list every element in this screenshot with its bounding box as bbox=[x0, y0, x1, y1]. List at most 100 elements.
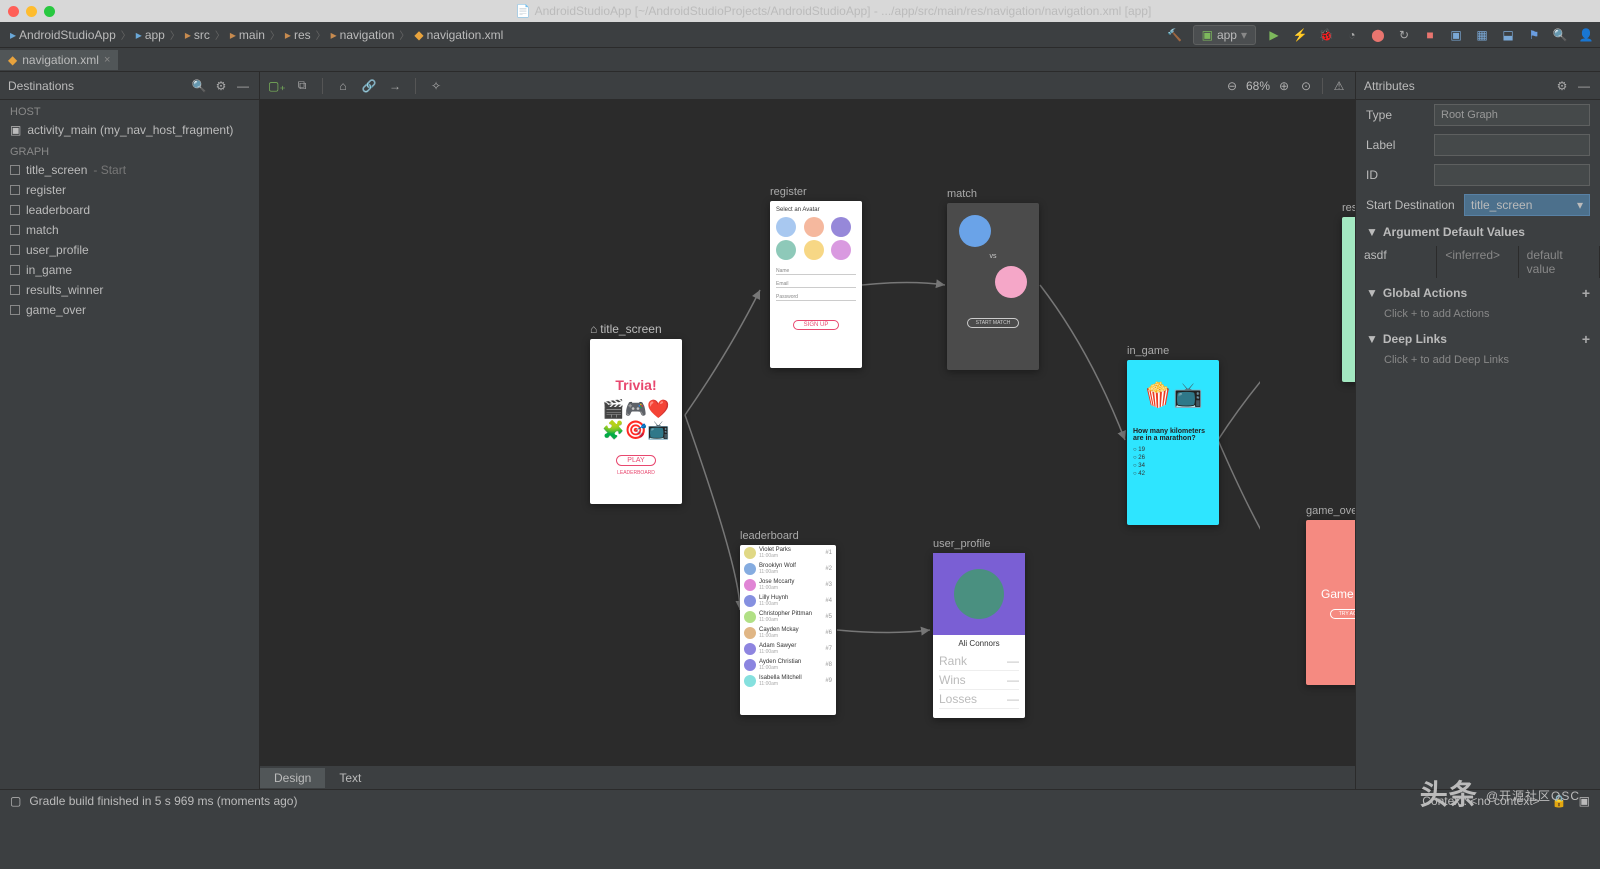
avd-icon[interactable]: ▣ bbox=[1448, 27, 1464, 43]
avatar-icon[interactable]: 👤 bbox=[1578, 27, 1594, 43]
stop-icon[interactable]: ■ bbox=[1422, 27, 1438, 43]
arg-row[interactable]: asdf <inferred> default value bbox=[1356, 244, 1600, 280]
flag-icon[interactable]: ⚑ bbox=[1526, 27, 1542, 43]
zoom-level: 68% bbox=[1246, 79, 1270, 93]
attributes-panel: Attributes ⚙ — Type Label ID Start Desti… bbox=[1355, 72, 1600, 789]
debug-icon[interactable]: 🐞 bbox=[1318, 27, 1334, 43]
nested-graph-icon[interactable]: ⧉ bbox=[294, 78, 310, 93]
attr-label-label: Label bbox=[1366, 138, 1426, 152]
breadcrumb-item[interactable]: ▸res bbox=[281, 28, 315, 42]
attr-startdest-select[interactable]: title_screen▾ bbox=[1464, 194, 1590, 216]
search-icon[interactable]: 🔍 bbox=[191, 78, 207, 94]
graph-item[interactable]: results_winner bbox=[0, 280, 259, 300]
zoom-in-icon[interactable]: ⊕ bbox=[1276, 79, 1292, 93]
notifications-icon[interactable]: ▣ bbox=[1579, 794, 1590, 808]
maximize-window-icon[interactable] bbox=[44, 6, 55, 17]
close-window-icon[interactable] bbox=[8, 6, 19, 17]
activity-icon: ▣ bbox=[10, 123, 21, 137]
attr-label-input[interactable] bbox=[1434, 134, 1590, 156]
home-icon[interactable]: ⌂ bbox=[335, 79, 351, 93]
node-in-game[interactable]: in_game 🍿📺 How many kilometers are in a … bbox=[1127, 345, 1219, 525]
graph-item[interactable]: leaderboard bbox=[0, 200, 259, 220]
breadcrumb-item[interactable]: ▸main bbox=[226, 28, 269, 42]
minimize-icon[interactable]: — bbox=[1576, 78, 1592, 94]
node-user-profile[interactable]: user_profile Ali Connors Rank—Wins—Losse… bbox=[933, 538, 1025, 718]
breadcrumb-item[interactable]: ◆navigation.xml bbox=[410, 28, 507, 42]
attr-startdest-label: Start Destination bbox=[1366, 198, 1456, 212]
sync-icon[interactable]: ↻ bbox=[1396, 27, 1412, 43]
graph-item[interactable]: user_profile bbox=[0, 240, 259, 260]
argument-values-section[interactable]: ▼Argument Default Values bbox=[1356, 220, 1600, 244]
nav-editor: ▢₊ ⧉ ⌂ 🔗 → ✧ ⊖ 68% ⊕ ⊙ ⚠ bbox=[260, 72, 1355, 789]
attr-type-input[interactable] bbox=[1434, 104, 1590, 126]
graph-item[interactable]: in_game bbox=[0, 260, 259, 280]
node-leaderboard[interactable]: leaderboard Violet Parks11:00am#1Brookly… bbox=[740, 530, 836, 715]
global-actions-section[interactable]: ▼Global Actions+ bbox=[1356, 280, 1600, 306]
zoom-fit-icon[interactable]: ⊙ bbox=[1298, 79, 1314, 93]
destinations-panel: Destinations 🔍 ⚙ — HOST ▣ activity_main … bbox=[0, 72, 260, 789]
graph-item[interactable]: title_screen- Start bbox=[0, 160, 259, 180]
tab-design[interactable]: Design bbox=[260, 768, 325, 788]
profile-icon[interactable]: ◔ bbox=[1344, 27, 1360, 43]
navigation-bar: ▸AndroidStudioApp〉▸app〉▸src〉▸main〉▸res〉▸… bbox=[0, 22, 1600, 48]
host-section-label: HOST bbox=[0, 100, 259, 120]
tab-text[interactable]: Text bbox=[325, 768, 375, 788]
apply-changes-icon[interactable]: ⚡ bbox=[1292, 27, 1308, 43]
link-icon[interactable]: 🔗 bbox=[361, 79, 377, 93]
graph-item[interactable]: register bbox=[0, 180, 259, 200]
attr-type-label: Type bbox=[1366, 108, 1426, 122]
deep-links-hint: Click + to add Deep Links bbox=[1356, 352, 1600, 372]
add-action-icon[interactable]: + bbox=[1582, 285, 1590, 301]
attr-id-label: ID bbox=[1366, 168, 1426, 182]
attr-id-input[interactable] bbox=[1434, 164, 1590, 186]
add-deeplink-icon[interactable]: + bbox=[1582, 331, 1590, 347]
node-register[interactable]: register Select an Avatar Name Email Pas… bbox=[770, 186, 862, 368]
host-item[interactable]: ▣ activity_main (my_nav_host_fragment) bbox=[0, 120, 259, 140]
nav-canvas[interactable]: ⌂title_screen Trivia! 🎬🎮❤️🧩🎯📺 PLAY LEADE… bbox=[260, 100, 1355, 765]
breadcrumb-item[interactable]: ▸navigation bbox=[327, 28, 399, 42]
search-icon[interactable]: 🔍 bbox=[1552, 27, 1568, 43]
panel-title: Attributes bbox=[1364, 79, 1415, 93]
node-title-screen[interactable]: ⌂title_screen Trivia! 🎬🎮❤️🧩🎯📺 PLAY LEADE… bbox=[590, 322, 682, 504]
build-icon[interactable]: 🔨 bbox=[1167, 27, 1183, 43]
macos-titlebar: 📄AndroidStudioApp [~/AndroidStudioProjec… bbox=[0, 0, 1600, 22]
gear-icon[interactable]: ⚙ bbox=[1554, 78, 1570, 94]
deep-links-section[interactable]: ▼Deep Links+ bbox=[1356, 326, 1600, 352]
minimize-icon[interactable]: — bbox=[235, 78, 251, 94]
window-controls[interactable] bbox=[8, 6, 55, 17]
panel-title: Destinations bbox=[8, 79, 74, 93]
graph-item[interactable]: game_over bbox=[0, 300, 259, 320]
auto-arrange-icon[interactable]: ✧ bbox=[428, 79, 444, 93]
node-match[interactable]: match vs START MATCH bbox=[947, 188, 1039, 370]
zoom-out-icon[interactable]: ⊖ bbox=[1224, 79, 1240, 93]
sdk-icon[interactable]: ▦ bbox=[1474, 27, 1490, 43]
close-tab-icon[interactable]: × bbox=[104, 54, 110, 66]
node-game-over[interactable]: game_over Game Over TRY AGAIN bbox=[1306, 505, 1355, 685]
canvas-toolbar: ▢₊ ⧉ ⌂ 🔗 → ✧ ⊖ 68% ⊕ ⊙ ⚠ bbox=[260, 72, 1355, 100]
watermark: 头条 @开源社区OSC bbox=[1420, 781, 1580, 809]
breadcrumb-item[interactable]: ▸AndroidStudioApp bbox=[6, 28, 120, 42]
editor-tab-navigation[interactable]: ◆ navigation.xml × bbox=[0, 50, 118, 70]
editor-tabs: ◆ navigation.xml × bbox=[0, 48, 1600, 72]
graph-item[interactable]: match bbox=[0, 220, 259, 240]
status-bar: ▢ Gradle build finished in 5 s 969 ms (m… bbox=[0, 789, 1600, 811]
home-icon: ⌂ bbox=[590, 322, 597, 336]
project-structure-icon[interactable]: ⬓ bbox=[1500, 27, 1516, 43]
editor-mode-tabs: Design Text bbox=[260, 765, 1355, 789]
minimize-window-icon[interactable] bbox=[26, 6, 37, 17]
warnings-icon[interactable]: ⚠ bbox=[1331, 79, 1347, 93]
breadcrumb-item[interactable]: ▸src bbox=[181, 28, 214, 42]
run-icon[interactable]: ▶ bbox=[1266, 27, 1282, 43]
run-config-selector[interactable]: ▣app▾ bbox=[1193, 25, 1256, 45]
attach-debugger-icon[interactable]: ⬤ bbox=[1370, 27, 1386, 43]
graph-section-label: GRAPH bbox=[0, 140, 259, 160]
event-log-icon[interactable]: ▢ bbox=[10, 794, 21, 808]
gear-icon[interactable]: ⚙ bbox=[213, 78, 229, 94]
window-title: 📄AndroidStudioApp [~/AndroidStudioProjec… bbox=[75, 4, 1592, 18]
status-message: Gradle build finished in 5 s 969 ms (mom… bbox=[29, 794, 297, 808]
breadcrumb-item[interactable]: ▸app bbox=[132, 28, 169, 42]
arrow-icon[interactable]: → bbox=[387, 79, 403, 93]
node-results-winner[interactable]: results_winner Congratulations! 🏆 NEXT M… bbox=[1342, 202, 1355, 382]
global-actions-hint: Click + to add Actions bbox=[1356, 306, 1600, 326]
new-destination-icon[interactable]: ▢₊ bbox=[268, 79, 284, 93]
